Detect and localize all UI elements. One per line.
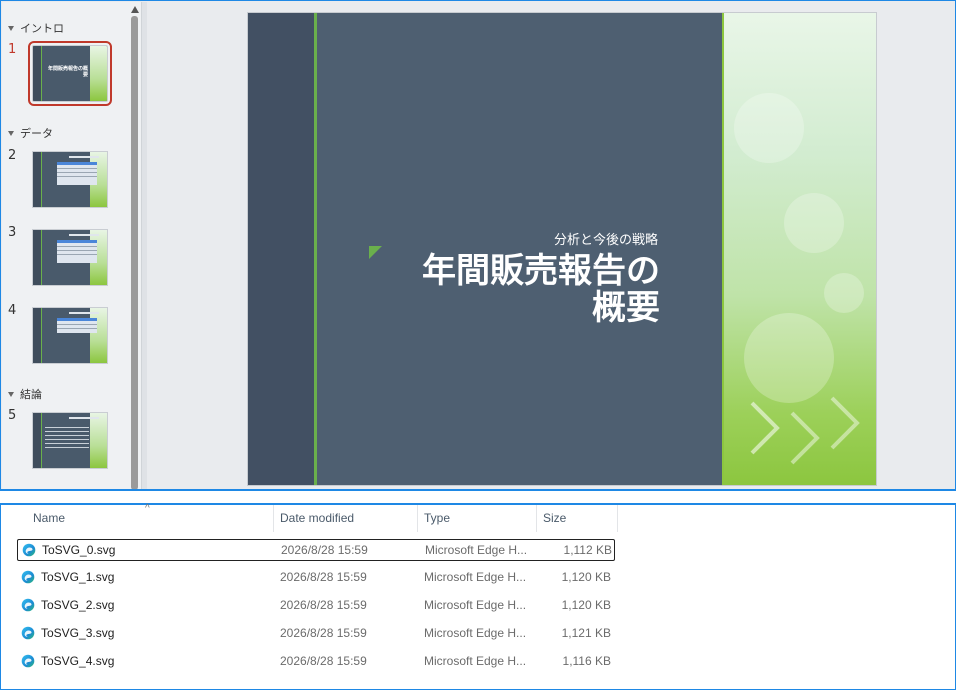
file-size: 1,120 KB (561, 570, 611, 584)
file-name[interactable]: ToSVG_2.svg (41, 595, 271, 615)
title-accent-triangle (369, 246, 382, 259)
edge-icon (21, 570, 35, 584)
column-header-type[interactable]: Type (418, 505, 536, 532)
file-date-modified: 2026/8/28 15:59 (280, 598, 367, 612)
file-row[interactable]: ToSVG_2.svg 2026/8/28 15:59 Microsoft Ed… (17, 595, 615, 617)
file-name[interactable]: ToSVG_0.svg (42, 540, 272, 560)
slide-thumbnail-2[interactable] (32, 151, 108, 208)
file-type: Microsoft Edge H... (424, 654, 527, 668)
slide-number: 2 (8, 148, 17, 163)
slide-thumbnail-1[interactable]: 年間販売報告の概要 (28, 41, 112, 106)
file-row[interactable]: ToSVG_0.svg 2026/8/28 15:59 Microsoft Ed… (17, 539, 615, 561)
scroll-up-arrow-icon[interactable] (131, 6, 139, 13)
column-header-size[interactable]: Size (537, 505, 617, 532)
file-size: 1,121 KB (561, 626, 611, 640)
file-type: Microsoft Edge H... (424, 570, 527, 584)
slide-title-line1: 年間販売報告の (422, 251, 660, 291)
slide-thumbnail-5[interactable] (32, 412, 108, 469)
column-header-name[interactable]: Name (27, 505, 273, 532)
slide-accent-line (314, 13, 317, 485)
edge-icon (21, 598, 35, 612)
slide-thumbnail-3[interactable] (32, 229, 108, 286)
edge-icon (21, 654, 35, 668)
edge-icon (22, 543, 36, 557)
thumbnail-scrollbar[interactable] (129, 2, 141, 489)
scrollbar-thumb[interactable] (131, 16, 138, 489)
file-row[interactable]: ToSVG_1.svg 2026/8/28 15:59 Microsoft Ed… (17, 567, 615, 589)
file-name[interactable]: ToSVG_1.svg (41, 567, 271, 587)
presentation-window: イントロ 1 年間販売報告の概要 データ 2 3 4 結論 5 分析と今後の戦略… (0, 0, 956, 491)
section-header-data[interactable]: データ (8, 125, 53, 141)
slide-thumbnail-pane[interactable]: イントロ 1 年間販売報告の概要 データ 2 3 4 結論 5 (2, 2, 129, 489)
section-header-conclusion[interactable]: 結論 (8, 386, 42, 402)
slide-title[interactable]: 年間販売報告の 概要 (422, 253, 660, 327)
file-size: 1,116 KB (562, 654, 611, 668)
slide-left-band (248, 13, 314, 485)
file-type: Microsoft Edge H... (424, 598, 527, 612)
slide-title-line2: 概要 (592, 288, 660, 328)
slide-number: 3 (8, 225, 17, 240)
collapse-triangle-icon[interactable] (8, 25, 14, 31)
collapse-triangle-icon[interactable] (8, 391, 14, 397)
file-date-modified: 2026/8/28 15:59 (280, 570, 367, 584)
decorative-chevrons-icon (750, 396, 860, 465)
column-header-date-modified[interactable]: Date modified (274, 505, 418, 532)
section-header-intro[interactable]: イントロ (8, 20, 64, 36)
file-size: 1,112 KB (563, 543, 612, 557)
edge-icon (21, 626, 35, 640)
file-name[interactable]: ToSVG_3.svg (41, 623, 271, 643)
file-date-modified: 2026/8/28 15:59 (280, 626, 367, 640)
file-size: 1,120 KB (561, 598, 611, 612)
section-label: 結論 (20, 388, 42, 401)
collapse-triangle-icon[interactable] (8, 130, 14, 136)
slide-subtitle[interactable]: 分析と今後の戦略 (554, 229, 658, 248)
section-label: データ (20, 127, 53, 140)
file-type: Microsoft Edge H... (424, 626, 527, 640)
file-name[interactable]: ToSVG_4.svg (41, 651, 271, 671)
thumbnail-title: 年間販売報告の概要 (48, 66, 89, 78)
section-label: イントロ (20, 22, 64, 35)
file-row[interactable]: ToSVG_3.svg 2026/8/28 15:59 Microsoft Ed… (17, 623, 615, 645)
slide-number: 4 (8, 303, 17, 318)
file-row[interactable]: ToSVG_4.svg 2026/8/28 15:59 Microsoft Ed… (17, 651, 615, 673)
slide-number: 1 (8, 42, 17, 57)
file-explorer: ^ Name Date modified Type Size ToSVG_0.s… (0, 503, 956, 690)
slide-thumbnail-4[interactable] (32, 307, 108, 364)
slide-decorative-panel (722, 13, 876, 485)
slide-editing-area[interactable]: 分析と今後の戦略 年間販売報告の 概要 (147, 2, 955, 489)
slide-number: 5 (8, 408, 17, 423)
current-slide[interactable]: 分析と今後の戦略 年間販売報告の 概要 (247, 12, 877, 486)
file-date-modified: 2026/8/28 15:59 (281, 543, 368, 557)
column-separator[interactable] (617, 505, 618, 532)
file-type: Microsoft Edge H... (425, 543, 528, 557)
file-date-modified: 2026/8/28 15:59 (280, 654, 367, 668)
